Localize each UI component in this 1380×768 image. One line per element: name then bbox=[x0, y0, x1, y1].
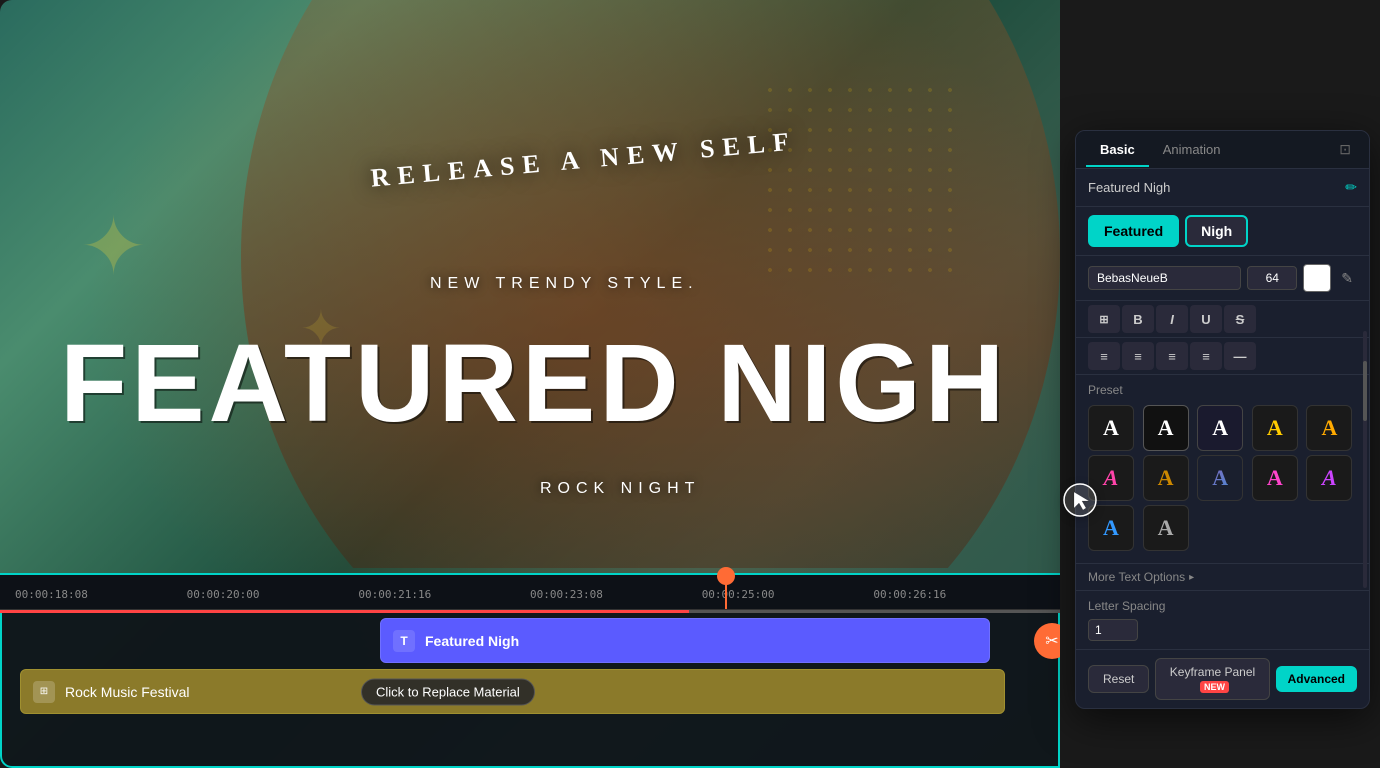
preset-item-5[interactable]: A bbox=[1306, 405, 1352, 451]
track-row-rock: ⊞ Rock Music Festival Click to Replace M… bbox=[10, 669, 1050, 714]
format-btn-bold[interactable]: B bbox=[1122, 305, 1154, 333]
format-btn-align-center[interactable]: ≡ bbox=[1122, 342, 1154, 370]
letter-spacing-section: Letter Spacing bbox=[1076, 590, 1369, 649]
preset-item-11[interactable]: A bbox=[1088, 505, 1134, 551]
track-row-featured: T Featured Nigh ✂ bbox=[10, 618, 1050, 663]
replace-material-button[interactable]: Click to Replace Material bbox=[361, 678, 535, 705]
time-mark-5: 00:00:25:00 bbox=[702, 588, 874, 601]
panel-edit-icon[interactable]: ✏ bbox=[1345, 179, 1357, 196]
timeline-ruler: 00:00:18:08 00:00:20:00 00:00:21:16 00:0… bbox=[0, 575, 1060, 610]
panel-title: Featured Nigh bbox=[1088, 180, 1170, 195]
track-text-icon: T bbox=[393, 630, 415, 652]
time-mark-4: 00:00:23:08 bbox=[530, 588, 702, 601]
font-size-input[interactable] bbox=[1247, 266, 1297, 290]
preset-item-9[interactable]: A bbox=[1252, 455, 1298, 501]
video-text-rock: ROCK NIGHT bbox=[540, 480, 700, 498]
timeline-section: 00:00:18:08 00:00:20:00 00:00:21:16 00:0… bbox=[0, 573, 1060, 768]
text-selector-area: Featured Nigh bbox=[1076, 207, 1369, 256]
video-text-featured: FEATURED NIGH bbox=[60, 320, 1008, 447]
progress-line bbox=[0, 610, 1060, 613]
reset-button[interactable]: Reset bbox=[1088, 665, 1149, 693]
track-featured[interactable]: T Featured Nigh bbox=[380, 618, 990, 663]
teal-pattern bbox=[760, 80, 960, 280]
letter-spacing-input[interactable] bbox=[1088, 619, 1138, 641]
panel-expand-icon[interactable]: ⊡ bbox=[1331, 131, 1359, 168]
text-pill-nigh[interactable]: Nigh bbox=[1185, 215, 1248, 247]
playhead-head bbox=[717, 567, 735, 585]
time-mark-2: 00:00:20:00 bbox=[187, 588, 359, 601]
font-edit-icon[interactable]: ✎ bbox=[1337, 266, 1357, 291]
panel-scrollbar-thumb bbox=[1363, 361, 1367, 421]
format-btn-align-left[interactable]: ≡ bbox=[1088, 342, 1120, 370]
preset-section: Preset A A A A A A A A A A A A bbox=[1076, 375, 1369, 563]
preset-item-10[interactable]: A bbox=[1306, 455, 1352, 501]
video-canvas: ✦ ✦ RELEASE A NEW SELF NEW TRENDY STYLE.… bbox=[0, 0, 1060, 768]
format-row-1: ⊞ B I U S bbox=[1076, 301, 1369, 338]
tab-basic[interactable]: Basic bbox=[1086, 132, 1149, 167]
timeline-ruler-marks: 00:00:18:08 00:00:20:00 00:00:21:16 00:0… bbox=[10, 588, 1050, 601]
right-panel: Basic Animation ⊡ Featured Nigh ✏ Featur… bbox=[1075, 130, 1370, 709]
more-text-options[interactable]: More Text Options ▸ bbox=[1076, 563, 1369, 590]
track-video-icon: ⊞ bbox=[33, 681, 55, 703]
format-btn-italic[interactable]: I bbox=[1156, 305, 1188, 333]
preset-item-6[interactable]: A bbox=[1088, 455, 1134, 501]
font-controls: BebasNeueB ✎ bbox=[1076, 256, 1369, 301]
time-mark-1: 00:00:18:08 bbox=[15, 588, 187, 601]
track-rock[interactable]: ⊞ Rock Music Festival Click to Replace M… bbox=[20, 669, 1005, 714]
preset-item-2[interactable]: A bbox=[1143, 405, 1189, 451]
font-family-select[interactable]: BebasNeueB bbox=[1088, 266, 1241, 290]
preset-item-12[interactable]: A bbox=[1143, 505, 1189, 551]
panel-actions: Reset Keyframe Panel NEW Advanced bbox=[1076, 649, 1369, 708]
time-mark-3: 00:00:21:16 bbox=[358, 588, 530, 601]
preset-item-1[interactable]: A bbox=[1088, 405, 1134, 451]
preset-item-7[interactable]: A bbox=[1143, 455, 1189, 501]
preset-grid-2: A A bbox=[1088, 505, 1357, 551]
format-row-2: ≡ ≡ ≡ ≡ — bbox=[1076, 338, 1369, 375]
more-options-arrow: ▸ bbox=[1189, 572, 1194, 583]
format-btn-underline[interactable]: U bbox=[1190, 305, 1222, 333]
preset-label: Preset bbox=[1088, 383, 1357, 397]
track-featured-label: Featured Nigh bbox=[425, 633, 519, 649]
format-btn-align-bottom[interactable]: — bbox=[1224, 342, 1256, 370]
format-btn-spacing[interactable]: ⊞ bbox=[1088, 305, 1120, 333]
track-area: T Featured Nigh ✂ ⊞ Rock Music Festival … bbox=[0, 610, 1060, 722]
panel-tabs: Basic Animation ⊡ bbox=[1076, 131, 1369, 169]
text-pill-featured[interactable]: Featured bbox=[1088, 215, 1179, 247]
panel-header: Featured Nigh ✏ bbox=[1076, 169, 1369, 207]
new-badge: NEW bbox=[1200, 681, 1229, 693]
time-mark-6: 00:00:26:16 bbox=[873, 588, 1045, 601]
preset-item-4[interactable]: A bbox=[1252, 405, 1298, 451]
preset-item-3[interactable]: A bbox=[1197, 405, 1243, 451]
video-text-trendy: NEW TRENDY STYLE. bbox=[430, 275, 699, 293]
preset-grid: A A A A A A A A A A bbox=[1088, 405, 1357, 501]
keyframe-panel-button[interactable]: Keyframe Panel NEW bbox=[1155, 658, 1269, 700]
font-color-swatch[interactable] bbox=[1303, 264, 1331, 292]
tab-animation[interactable]: Animation bbox=[1149, 132, 1235, 167]
panel-scrollbar[interactable] bbox=[1363, 331, 1367, 588]
preset-item-8[interactable]: A bbox=[1197, 455, 1243, 501]
playhead[interactable] bbox=[725, 575, 727, 609]
track-rock-label: Rock Music Festival bbox=[65, 684, 189, 700]
letter-spacing-label: Letter Spacing bbox=[1088, 599, 1357, 613]
format-btn-align-justify[interactable]: ≡ bbox=[1190, 342, 1222, 370]
format-btn-strikethrough[interactable]: S bbox=[1224, 305, 1256, 333]
advanced-button[interactable]: Advanced bbox=[1276, 666, 1357, 692]
star-decoration-1: ✦ bbox=[80, 200, 147, 293]
format-btn-align-right[interactable]: ≡ bbox=[1156, 342, 1188, 370]
scissors-button[interactable]: ✂ bbox=[1034, 623, 1060, 659]
